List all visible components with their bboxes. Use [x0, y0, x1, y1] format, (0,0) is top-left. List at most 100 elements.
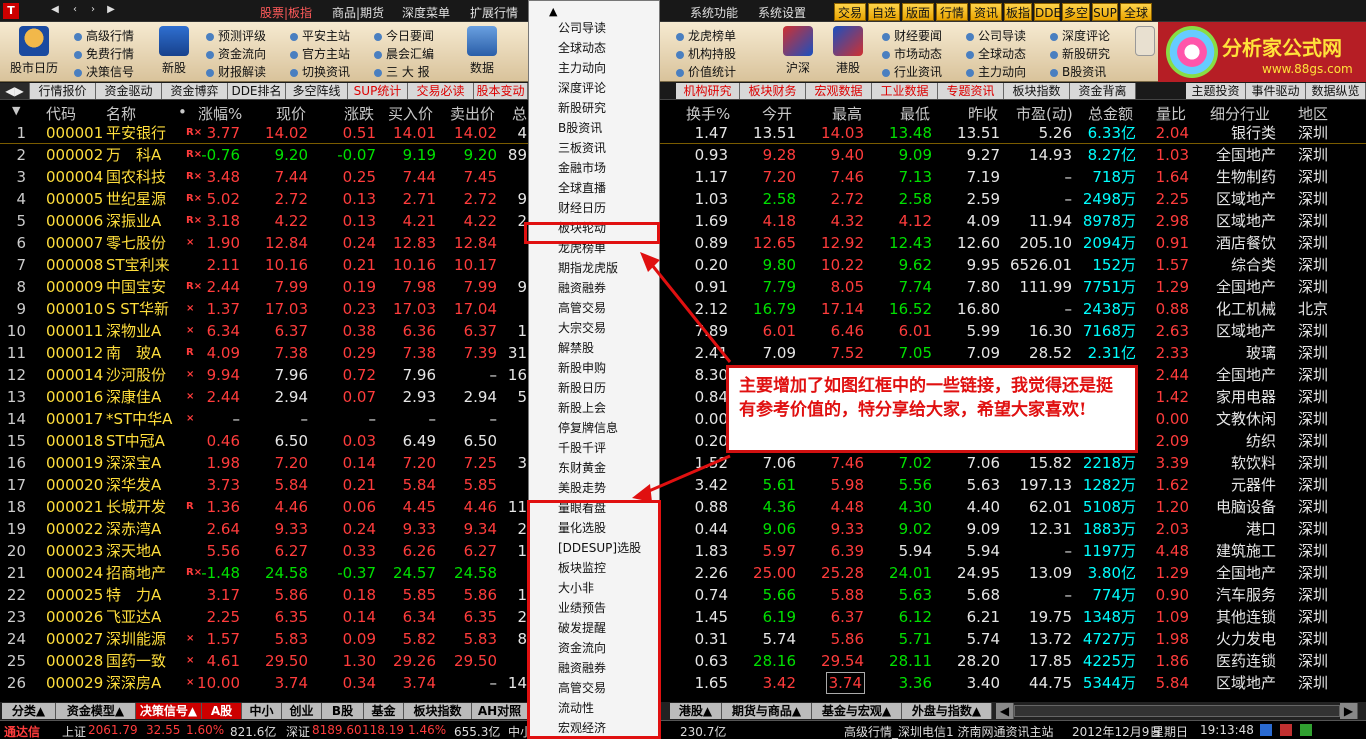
data-button[interactable]: 数据	[462, 24, 502, 80]
link-dragon[interactable]: 龙虎榜单	[676, 27, 736, 44]
menu-item[interactable]: B股资讯	[558, 119, 602, 136]
link-main[interactable]: 主力动向	[966, 63, 1026, 80]
table-row[interactable]: 21 000024 招商地产 R× -1.48 24.58 -0.37 24.57 24.58 2…	[0, 562, 1366, 584]
newstock-button[interactable]: 新股	[154, 24, 194, 80]
link-forecast[interactable]: 预测评级	[206, 27, 266, 44]
menu-deep[interactable]: 深度菜单	[402, 4, 450, 21]
hk-button[interactable]: 港股	[830, 24, 866, 80]
table-row[interactable]: 20 000023 深天地A 5.56 6.27 0.33 6.26 6.27 1 1.83 5.9…	[0, 540, 1366, 562]
scroll-left-icon[interactable]: ◀	[996, 703, 1014, 719]
link-global[interactable]: 全球动态	[966, 45, 1026, 62]
hushen-button[interactable]: 沪深	[780, 24, 816, 80]
col-bid[interactable]: 买入价	[388, 103, 433, 124]
table-row[interactable]: 1 000001 平安银行 R× 3.77 14.02 0.51 14.01 14.02 4 1.4…	[0, 122, 1366, 144]
table-row[interactable]: 3 000004 国农科技 R× 3.48 7.44 0.25 7.44 7.45 1.17 7.2…	[0, 166, 1366, 188]
menu-item[interactable]: 全球动态	[558, 39, 606, 56]
tab-sector-fin[interactable]: 板块财务	[740, 83, 806, 99]
link-industry[interactable]: 行业资讯	[882, 63, 942, 80]
next-icon[interactable]: ›	[86, 3, 100, 17]
tab-dde[interactable]: DDE排名	[228, 83, 286, 99]
tab-longshort[interactable]: 多空阵线	[286, 83, 348, 99]
link-market[interactable]: 市场动态	[882, 45, 942, 62]
quick-dde[interactable]: DDE	[1034, 3, 1061, 21]
menu-settings[interactable]: 系统设置	[758, 4, 806, 21]
table-row[interactable]: 24 000027 深圳能源 × 1.57 5.83 0.09 5.82 5.83 8 0.31 5.…	[0, 628, 1366, 650]
tab-sup[interactable]: SUP统计	[348, 83, 408, 99]
link-free-quotes[interactable]: 免费行情	[74, 45, 134, 62]
link-pingan[interactable]: 平安主站	[290, 27, 350, 44]
btab-category[interactable]: 分类▲	[2, 703, 56, 719]
btab-signal[interactable]: 决策信号▲	[136, 703, 202, 719]
btab-bshare[interactable]: B股	[322, 703, 364, 719]
menu-item[interactable]: 三板资讯	[558, 139, 606, 156]
scroll-up-icon[interactable]: ▲	[549, 5, 557, 18]
tab-quotes[interactable]: 行情报价	[30, 83, 96, 99]
tab-equity[interactable]: 股本变动	[474, 83, 528, 99]
col-industry[interactable]: 细分行业	[1210, 103, 1270, 124]
menu-item[interactable]: 全球直播	[558, 179, 606, 196]
menu-item[interactable]: 停复牌信息	[558, 419, 618, 436]
btab-fund-model[interactable]: 资金模型▲	[56, 703, 136, 719]
vst-button[interactable]	[1134, 24, 1156, 80]
link-ipo[interactable]: 新股研究	[1050, 45, 1110, 62]
menu-item[interactable]: 公司导读	[558, 19, 606, 36]
btab-fund[interactable]: 基金	[364, 703, 404, 719]
link-adv-quotes[interactable]: 高级行情	[74, 27, 134, 44]
menu-item[interactable]: 新股上会	[558, 399, 606, 416]
table-row[interactable]: 23 000026 飞亚达A 2.25 6.35 0.14 6.34 6.35 2 1.45 6.1…	[0, 606, 1366, 628]
btab-ah[interactable]: AH对照	[472, 703, 528, 719]
tab-fund-drive[interactable]: 资金驱动	[96, 83, 162, 99]
tab-scroll-left[interactable]: ◀▶	[0, 83, 30, 99]
tab-special[interactable]: 专题资讯	[938, 83, 1004, 99]
link-today[interactable]: 今日要闻	[374, 27, 434, 44]
link-deep[interactable]: 深度评论	[1050, 27, 1110, 44]
menu-item[interactable]: 新股申购	[558, 359, 606, 376]
link-3papers[interactable]: 三 大 报	[374, 63, 430, 80]
btab-hk[interactable]: 港股▲	[670, 703, 722, 719]
col-prev[interactable]: 昨收	[968, 103, 998, 124]
col-price[interactable]: 现价	[276, 103, 306, 124]
quick-index[interactable]: 板指	[1004, 3, 1032, 21]
prev-icon[interactable]: ‹	[68, 3, 82, 17]
menu-item[interactable]: 高管交易	[558, 299, 606, 316]
col-high[interactable]: 最高	[832, 103, 862, 124]
menu-stocks[interactable]: 股票|板指	[260, 4, 312, 21]
col-open[interactable]: 今开	[762, 103, 792, 124]
menu-item[interactable]: 新股研究	[558, 99, 606, 116]
calendar-button[interactable]: 股市日历	[6, 24, 62, 80]
link-official[interactable]: 官方主站	[290, 45, 350, 62]
menu-item[interactable]: 深度评论	[558, 79, 606, 96]
menu-item[interactable]: 期指龙虎版	[558, 259, 618, 276]
tab-sector-index[interactable]: 板块指数	[1004, 83, 1070, 99]
tab-inst[interactable]: 机构研究	[676, 83, 740, 99]
col-amount[interactable]: 总金额	[1088, 103, 1133, 124]
col-code[interactable]: 代码	[46, 103, 76, 124]
tab-divergence[interactable]: 资金背离	[1070, 83, 1136, 99]
menu-item[interactable]: 大宗交易	[558, 319, 606, 336]
tab-must-read[interactable]: 交易必读	[408, 83, 474, 99]
table-row[interactable]: 2 000002 万 科A R× -0.76 9.20 -0.07 9.19 9.20 89 0.9…	[0, 144, 1366, 166]
link-value[interactable]: 价值统计	[676, 63, 736, 80]
quick-quotes[interactable]: 行情	[936, 3, 968, 21]
quick-global[interactable]: 全球	[1120, 3, 1152, 21]
col-turnover[interactable]: 换手%	[686, 103, 730, 124]
col-pe[interactable]: 市盈(动)	[1016, 103, 1073, 124]
menu-item[interactable]: 金融市场	[558, 159, 606, 176]
col-region[interactable]: 地区	[1298, 103, 1328, 124]
menu-item[interactable]: 东财黄金	[558, 459, 606, 476]
menu-item[interactable]: 融资融券	[558, 279, 606, 296]
col-ask[interactable]: 卖出价	[450, 103, 495, 124]
link-fundflow[interactable]: 资金流向	[206, 45, 266, 62]
menu-item[interactable]: 解禁股	[558, 339, 594, 356]
table-row[interactable]: 5 000006 深振业A R× 3.18 4.22 0.13 4.21 4.22 2 1.69 4.…	[0, 210, 1366, 232]
col-name[interactable]: 名称	[106, 103, 136, 124]
link-switch[interactable]: 切换资讯	[290, 63, 350, 80]
link-inst[interactable]: 机构持股	[676, 45, 736, 62]
menu-futures[interactable]: 商品|期货	[332, 4, 384, 21]
btab-gem[interactable]: 创业	[282, 703, 322, 719]
menu-item[interactable]: 美股走势	[558, 479, 606, 496]
table-row[interactable]: 26 000029 深深房A × 10.00 3.74 0.34 3.74 –14 1.65 3.4…	[0, 672, 1366, 694]
menu-item[interactable]: 财经日历	[558, 199, 606, 216]
btab-futures[interactable]: 期货与商品▲	[722, 703, 812, 719]
tab-industry[interactable]: 工业数据	[872, 83, 938, 99]
